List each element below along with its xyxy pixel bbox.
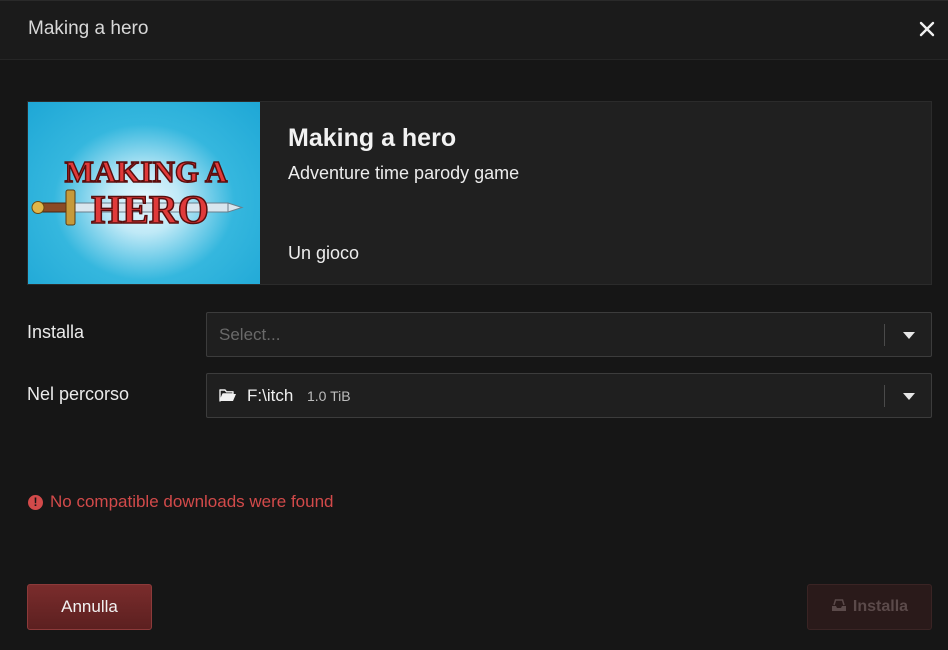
close-icon[interactable] xyxy=(916,18,938,40)
exclamation-circle-icon: ! xyxy=(28,495,43,510)
inbox-download-icon xyxy=(831,586,847,611)
chevron-down-icon[interactable] xyxy=(903,393,915,400)
game-subtitle: Adventure time parody game xyxy=(288,163,520,183)
upload-select-placeholder: Select... xyxy=(219,325,281,344)
upload-select[interactable]: Select... xyxy=(206,312,932,357)
location-path: F:\itch xyxy=(247,386,294,405)
dialog-title: Making a hero xyxy=(28,18,149,39)
install-dialog: Making a hero MAKING A HERO Making a her… xyxy=(0,0,948,650)
game-title: Making a hero xyxy=(288,124,457,152)
folder-open-icon xyxy=(219,388,237,403)
game-cover-image: MAKING A HERO xyxy=(28,102,260,284)
select-separator xyxy=(884,385,885,407)
location-label: Nel percorso xyxy=(27,384,130,404)
cover-logo-text-line1: MAKING A xyxy=(65,154,228,189)
install-button-label: Installa xyxy=(852,598,909,615)
game-card: MAKING A HERO Making a hero Adventure ti… xyxy=(27,101,932,285)
cancel-button[interactable]: Annulla xyxy=(27,584,152,630)
cover-logo-text-line2: HERO xyxy=(91,187,209,232)
location-select[interactable]: F:\itch 1.0 TiB xyxy=(206,373,932,418)
install-button[interactable]: Installa xyxy=(807,584,932,630)
select-separator xyxy=(884,324,885,346)
game-type: Un gioco xyxy=(288,243,360,263)
dialog-titlebar: Making a hero xyxy=(0,1,948,60)
install-label: Installa xyxy=(27,322,85,342)
chevron-down-icon[interactable] xyxy=(903,332,915,339)
error-text: No compatible downloads were found xyxy=(50,492,334,511)
error-message: ! No compatible downloads were found xyxy=(28,492,334,512)
location-free-space: 1.0 TiB xyxy=(307,388,351,404)
